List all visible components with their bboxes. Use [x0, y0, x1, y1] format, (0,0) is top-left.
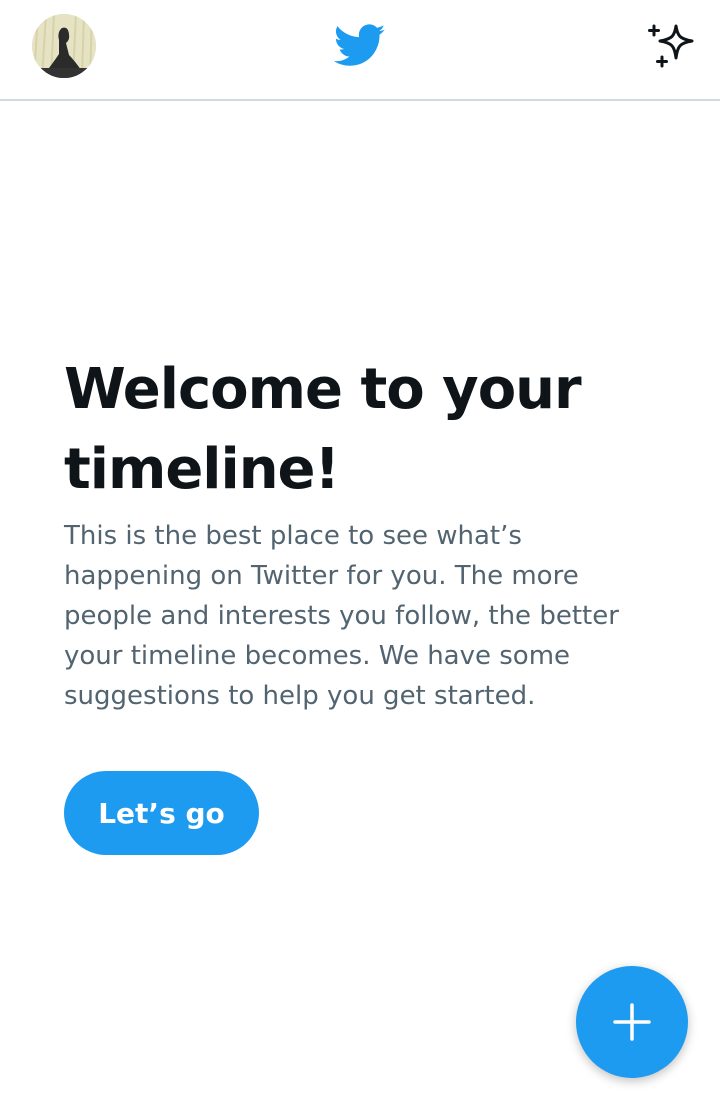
welcome-description: This is the best place to see what’s hap…	[64, 521, 619, 711]
sparkle-icon[interactable]	[646, 20, 698, 72]
profile-avatar[interactable]	[32, 14, 96, 78]
compose-tweet-button[interactable]	[576, 966, 688, 1078]
lets-go-button[interactable]: Let’s go	[64, 771, 259, 855]
welcome-title: Welcome to your timeline!	[64, 357, 582, 502]
avatar-image	[32, 14, 96, 78]
top-header	[0, 0, 720, 101]
welcome-panel: Welcome to your timeline! This is the be…	[64, 350, 664, 716]
plus-icon	[613, 1003, 651, 1041]
twitter-bird-icon[interactable]	[333, 22, 386, 70]
